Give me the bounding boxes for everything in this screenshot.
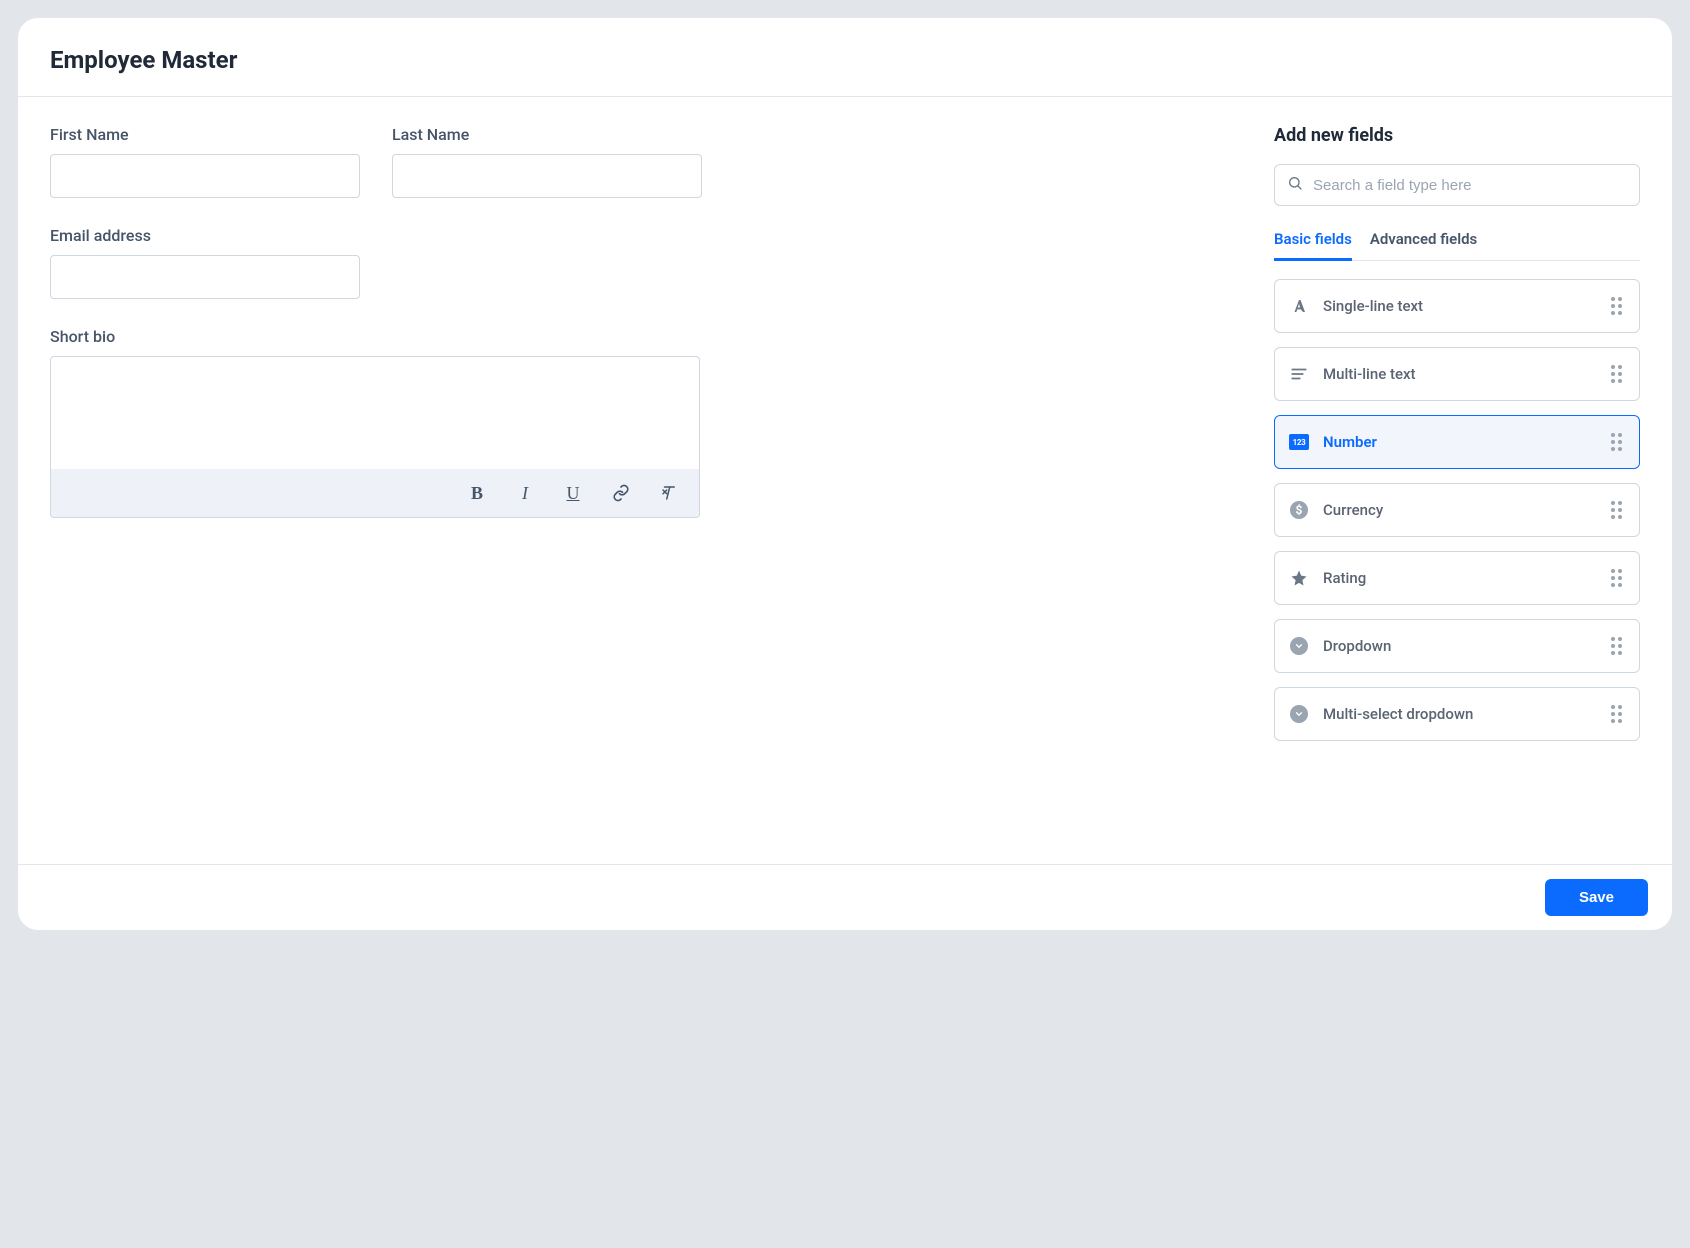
field-type-label: Dropdown [1323, 637, 1597, 655]
footer: Save [18, 864, 1672, 930]
drag-handle-icon[interactable] [1611, 705, 1625, 723]
link-button[interactable] [609, 481, 633, 505]
form-row: Email address [50, 226, 1210, 299]
page-title: Employee Master [50, 46, 1640, 74]
sidebar-title: Add new fields [1274, 125, 1640, 146]
field-type-label: Currency [1323, 501, 1597, 519]
save-button[interactable]: Save [1545, 879, 1648, 916]
drag-handle-icon[interactable] [1611, 501, 1625, 519]
tab-basic-fields[interactable]: Basic fields [1274, 228, 1352, 261]
label-bio: Short bio [50, 327, 700, 346]
field-type-label: Single-line text [1323, 297, 1597, 315]
field-type-label: Multi-line text [1323, 365, 1597, 383]
field-type-label: Rating [1323, 569, 1597, 587]
field-type-multi-select-dropdown[interactable]: Multi-select dropdown [1274, 687, 1640, 741]
drag-handle-icon[interactable] [1611, 433, 1625, 451]
field-type-label: Number [1323, 433, 1597, 451]
field-type-single-line-text[interactable]: Single-line text [1274, 279, 1640, 333]
star-icon [1289, 568, 1309, 588]
field-type-currency[interactable]: $ Currency [1274, 483, 1640, 537]
field-palette: Add new fields Basic fields Advanced fie… [1242, 97, 1672, 864]
currency-icon: $ [1289, 500, 1309, 520]
clear-format-button[interactable] [657, 481, 681, 505]
multiselect-icon [1289, 704, 1309, 724]
label-last-name: Last Name [392, 125, 702, 144]
drag-handle-icon[interactable] [1611, 569, 1625, 587]
form-canvas: First Name Last Name Email address Short… [18, 97, 1242, 864]
field-first-name: First Name [50, 125, 360, 198]
underline-button[interactable]: U [561, 481, 585, 505]
bold-button[interactable]: B [465, 481, 489, 505]
tab-advanced-fields[interactable]: Advanced fields [1370, 228, 1477, 260]
dropdown-icon [1289, 636, 1309, 656]
field-email: Email address [50, 226, 360, 299]
form-row: First Name Last Name [50, 125, 1210, 198]
field-type-multi-line-text[interactable]: Multi-line text [1274, 347, 1640, 401]
multiline-icon [1289, 364, 1309, 384]
rich-text-editor: B I U [50, 356, 700, 518]
field-last-name: Last Name [392, 125, 702, 198]
search-icon [1287, 175, 1303, 195]
field-bio: Short bio B I U [50, 327, 700, 518]
field-type-number[interactable]: 123 Number [1274, 415, 1640, 469]
drag-handle-icon[interactable] [1611, 297, 1625, 315]
search-field-wrap[interactable] [1274, 164, 1640, 206]
number-icon: 123 [1289, 432, 1309, 452]
search-input[interactable] [1313, 177, 1627, 194]
drag-handle-icon[interactable] [1611, 637, 1625, 655]
field-type-dropdown[interactable]: Dropdown [1274, 619, 1640, 673]
field-type-rating[interactable]: Rating [1274, 551, 1640, 605]
input-email[interactable] [50, 255, 360, 299]
italic-button[interactable]: I [513, 481, 537, 505]
content: First Name Last Name Email address Short… [18, 97, 1672, 864]
input-first-name[interactable] [50, 154, 360, 198]
input-bio[interactable] [51, 357, 699, 469]
text-icon [1289, 296, 1309, 316]
rte-toolbar: B I U [51, 469, 699, 517]
drag-handle-icon[interactable] [1611, 365, 1625, 383]
header: Employee Master [18, 18, 1672, 97]
form-builder-window: Employee Master First Name Last Name Ema… [18, 18, 1672, 930]
field-type-label: Multi-select dropdown [1323, 705, 1597, 723]
field-type-list: Single-line text Multi-line text 123 Num… [1274, 279, 1640, 741]
label-email: Email address [50, 226, 360, 245]
palette-tabs: Basic fields Advanced fields [1274, 228, 1640, 261]
input-last-name[interactable] [392, 154, 702, 198]
label-first-name: First Name [50, 125, 360, 144]
